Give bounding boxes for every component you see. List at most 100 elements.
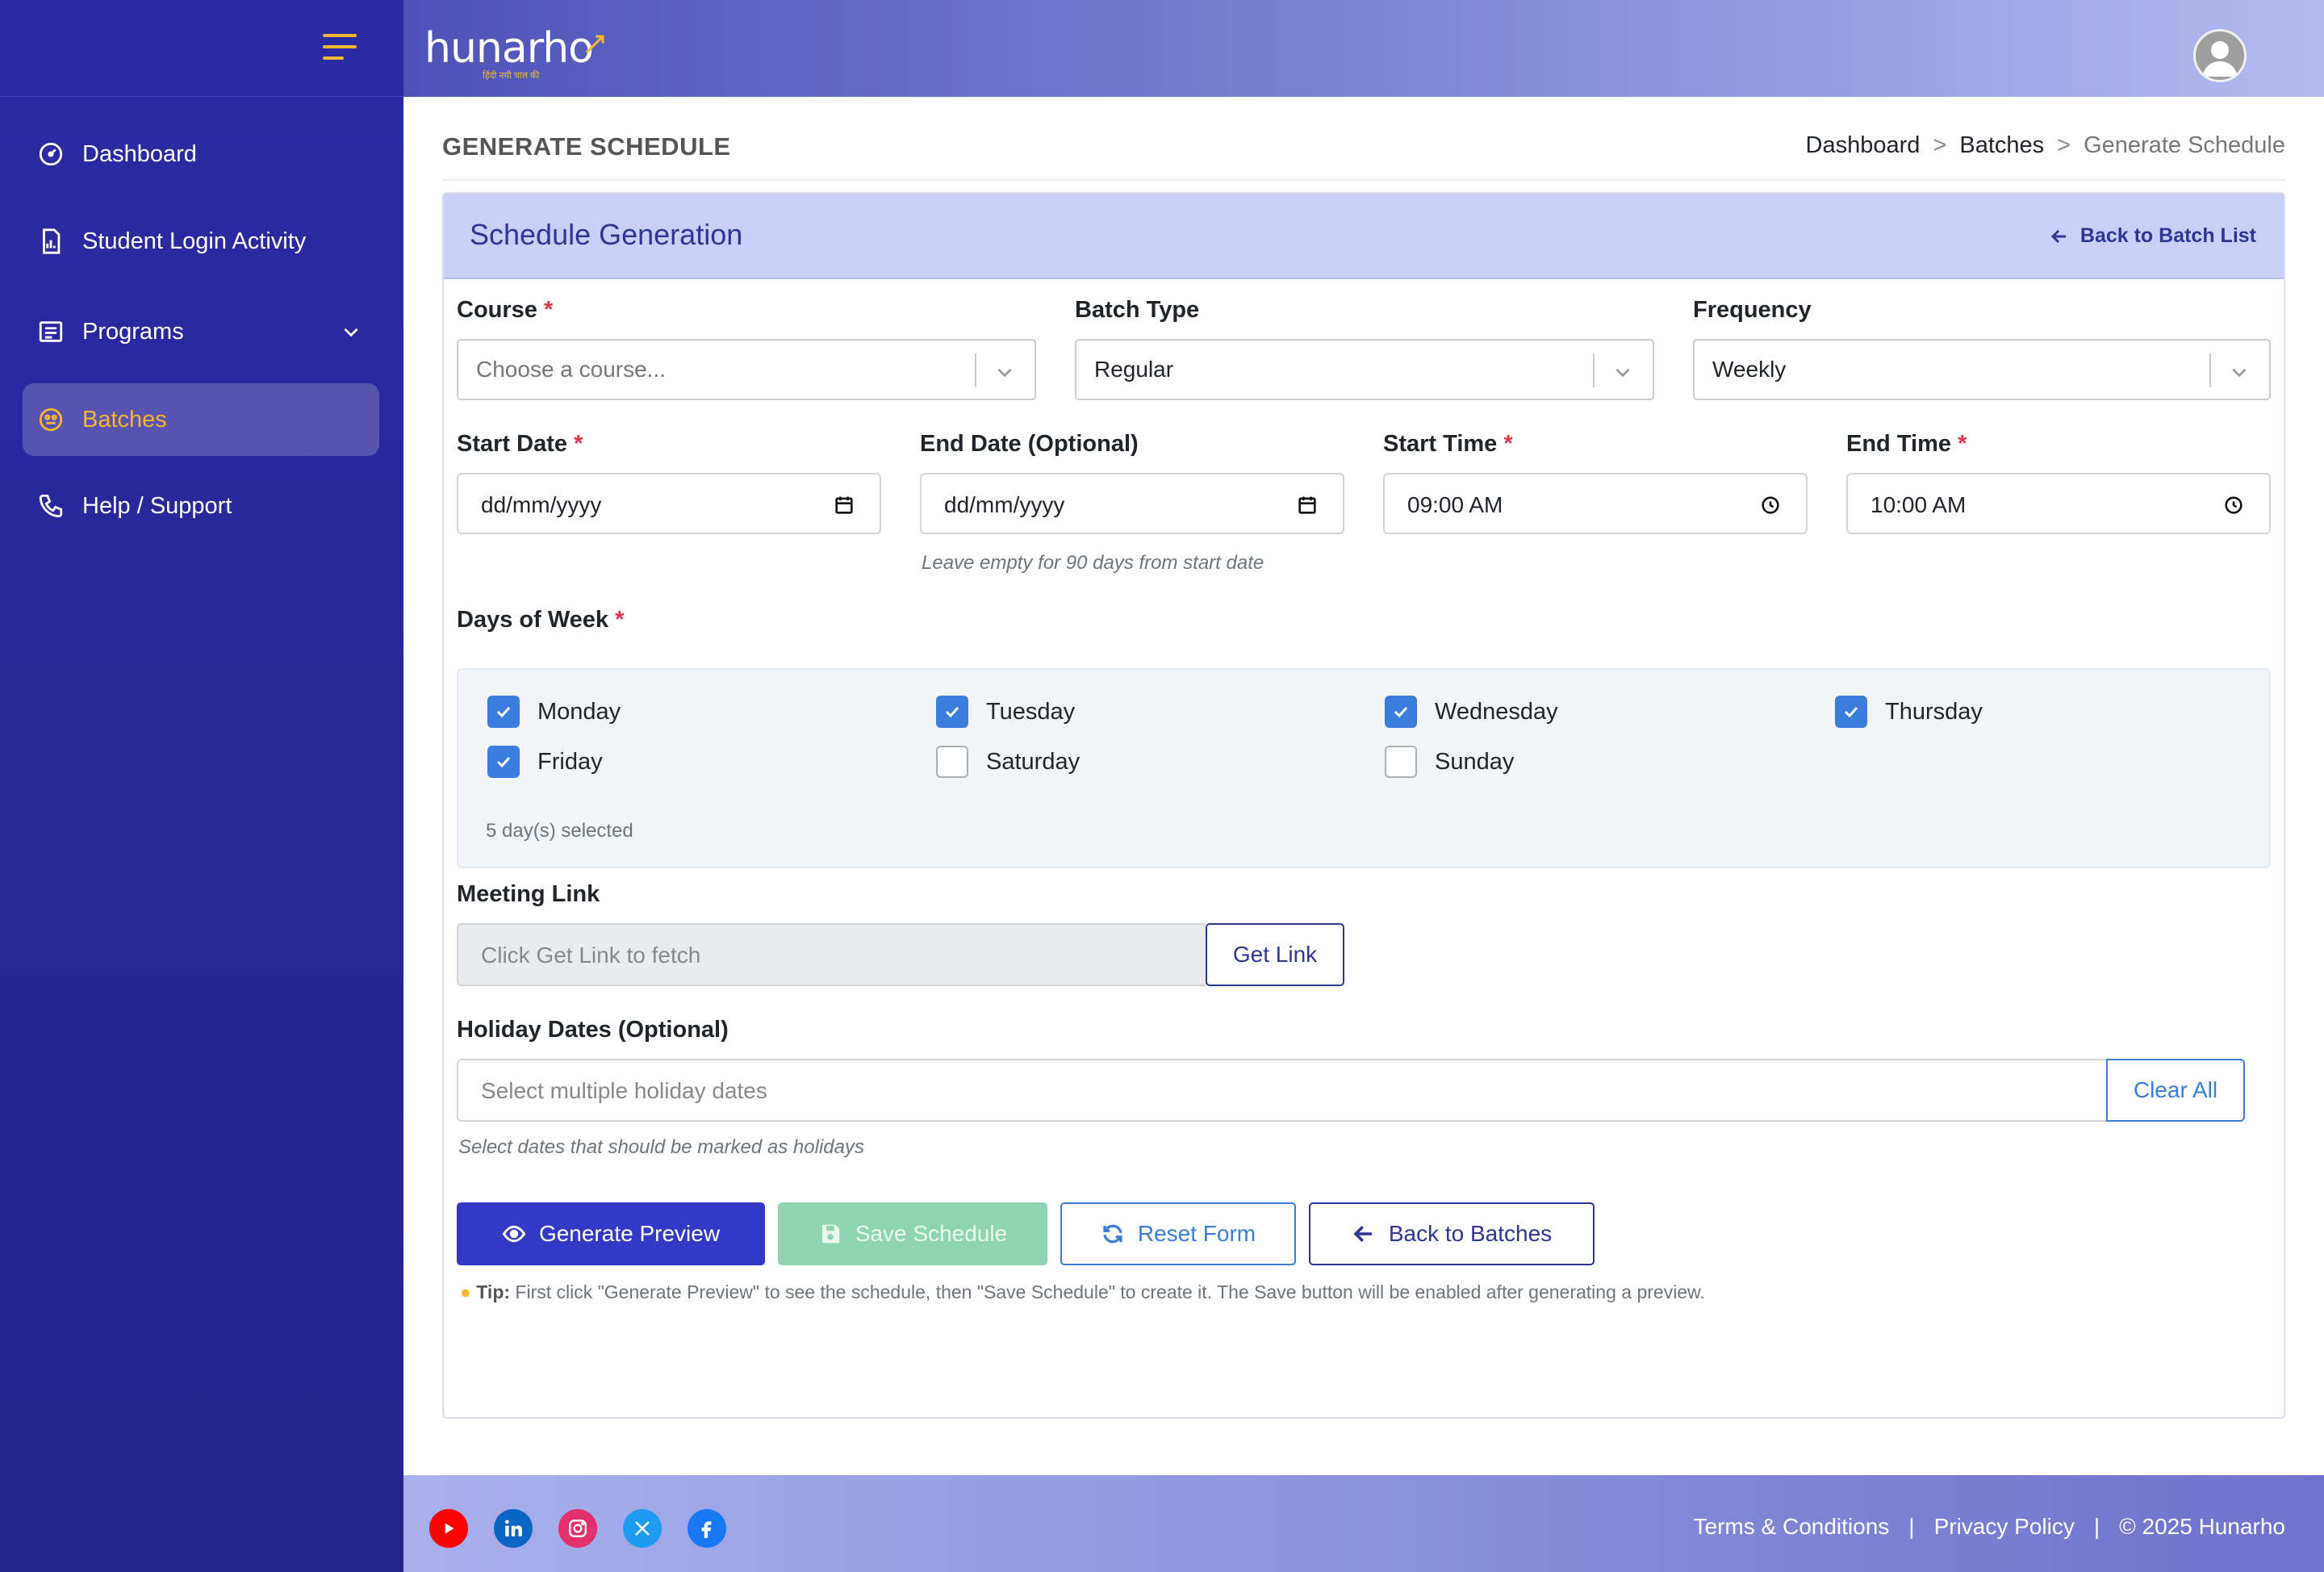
calendar-icon[interactable]: [833, 494, 855, 516]
tip-body: First click "Generate Preview" to see th…: [510, 1281, 1705, 1302]
end-time-input[interactable]: 10:00 AM: [1846, 473, 2271, 534]
back-link-label: Back to Batch List: [2079, 224, 2256, 247]
checkbox-unchecked[interactable]: [936, 746, 968, 778]
footer-separator: |: [1908, 1514, 1915, 1539]
menu-toggle-icon[interactable]: [323, 34, 357, 61]
sidebar-item-student-login-activity[interactable]: Student Login Activity: [23, 205, 379, 278]
select-divider: [1593, 353, 1595, 387]
chevron-down-icon: [2232, 368, 2247, 378]
checkbox-checked[interactable]: [487, 746, 520, 778]
terms-link[interactable]: Terms & Conditions: [1694, 1514, 1890, 1540]
brand-logo[interactable]: hunarho हिंदी नयी चाल की: [424, 24, 604, 81]
linkedin-icon[interactable]: [494, 1509, 533, 1548]
days-of-week-box: Monday Tuesday Wednesday Thursday Friday…: [457, 668, 2271, 868]
day-thursday[interactable]: Thursday: [1835, 696, 1983, 728]
day-tuesday[interactable]: Tuesday: [936, 696, 1075, 728]
batch-type-value: Regular: [1094, 357, 1174, 382]
days-of-week-label: Days of Week *: [457, 607, 625, 633]
clock-icon[interactable]: [1759, 494, 1782, 516]
end-date-label: End Date (Optional): [920, 431, 1139, 457]
start-time-value: 09:00 AM: [1407, 492, 1503, 517]
meeting-link-placeholder: Click Get Link to fetch: [481, 943, 701, 968]
day-label: Saturday: [986, 748, 1080, 775]
generate-preview-button[interactable]: Generate Preview: [457, 1202, 765, 1265]
tip-text: ● Tip: First click "Generate Preview" to…: [460, 1281, 1705, 1303]
checkbox-checked[interactable]: [1385, 696, 1417, 728]
course-select[interactable]: Choose a course...: [457, 339, 1036, 400]
sidebar-top: [0, 0, 403, 97]
clock-icon[interactable]: [2222, 494, 2245, 516]
day-monday[interactable]: Monday: [487, 696, 621, 728]
dashboard-icon: [39, 142, 63, 166]
start-date-label: Start Date *: [457, 431, 583, 457]
start-time-input[interactable]: 09:00 AM: [1383, 473, 1808, 534]
logo-text: hunarho: [424, 24, 594, 73]
end-time-label: End Time *: [1846, 431, 1967, 457]
save-schedule-button[interactable]: Save Schedule: [778, 1202, 1047, 1265]
day-label: Tuesday: [986, 698, 1076, 725]
meeting-link-input[interactable]: Click Get Link to fetch: [457, 923, 1206, 986]
day-sunday[interactable]: Sunday: [1385, 746, 1514, 778]
card-header: Schedule Generation Back to Batch List: [444, 194, 2284, 279]
sidebar-item-batches[interactable]: Batches: [23, 383, 379, 456]
start-date-input[interactable]: dd/mm/yyyy: [457, 473, 881, 534]
user-avatar[interactable]: [2193, 29, 2247, 82]
batch-type-select[interactable]: Regular: [1075, 339, 1654, 400]
sidebar-item-programs[interactable]: Programs: [23, 295, 379, 368]
instagram-icon[interactable]: [558, 1509, 597, 1548]
breadcrumb-batches[interactable]: Batches: [1959, 132, 2044, 159]
back-to-batches-button[interactable]: Back to Batches: [1309, 1202, 1595, 1265]
user-icon: [2202, 41, 2238, 77]
sidebar-item-help-support[interactable]: Help / Support: [23, 470, 379, 542]
clear-all-button[interactable]: Clear All: [2106, 1059, 2245, 1122]
frequency-value: Weekly: [1712, 357, 1787, 382]
main-content: GENERATE SCHEDULE Dashboard > Batches > …: [403, 97, 2324, 1475]
end-date-input[interactable]: dd/mm/yyyy: [920, 473, 1344, 534]
sidebar-item-label: Dashboard: [82, 140, 197, 167]
day-wednesday[interactable]: Wednesday: [1385, 696, 1558, 728]
checkbox-checked[interactable]: [1835, 696, 1867, 728]
page-title: GENERATE SCHEDULE: [442, 132, 731, 161]
get-link-button[interactable]: Get Link: [1206, 923, 1344, 986]
sidebar-item-dashboard[interactable]: Dashboard: [23, 118, 379, 190]
select-divider: [2209, 353, 2211, 387]
tip-label: Tip:: [476, 1281, 511, 1302]
breadcrumb-separator: >: [1933, 132, 1947, 158]
holiday-dates-placeholder: Select multiple holiday dates: [481, 1078, 767, 1103]
start-time-label: Start Time *: [1383, 431, 1513, 457]
lightbulb-icon: ●: [460, 1281, 471, 1302]
holiday-dates-input[interactable]: Select multiple holiday dates: [457, 1059, 2106, 1122]
youtube-icon[interactable]: [429, 1509, 468, 1548]
x-twitter-icon[interactable]: [623, 1509, 662, 1548]
holiday-dates-label: Holiday Dates (Optional): [457, 1017, 729, 1043]
phone-icon: [39, 494, 63, 518]
button-label: Save Schedule: [855, 1221, 1008, 1246]
privacy-link[interactable]: Privacy Policy: [1934, 1514, 2075, 1540]
meeting-link-label: Meeting Link: [457, 881, 600, 907]
back-to-batch-list-link[interactable]: Back to Batch List: [2050, 224, 2256, 248]
sidebar-item-label: Student Login Activity: [82, 228, 307, 254]
reset-form-button[interactable]: Reset Form: [1060, 1202, 1296, 1265]
checkbox-checked[interactable]: [487, 696, 520, 728]
start-date-value: dd/mm/yyyy: [481, 492, 602, 517]
arrow-left-icon: [2050, 229, 2066, 243]
programs-icon: [39, 321, 63, 342]
calendar-icon[interactable]: [1296, 494, 1319, 516]
checkbox-unchecked[interactable]: [1385, 746, 1417, 778]
end-date-value: dd/mm/yyyy: [944, 492, 1065, 517]
sidebar-item-label: Help / Support: [82, 492, 232, 519]
end-date-hint: Leave empty for 90 days from start date: [922, 552, 1264, 574]
day-label: Wednesday: [1435, 698, 1558, 725]
chevron-down-icon[interactable]: [341, 321, 362, 342]
eye-icon: [502, 1225, 526, 1243]
frequency-select[interactable]: Weekly: [1693, 339, 2271, 400]
logo-tagline: हिंदी नयी चाल की: [483, 71, 540, 81]
facebook-icon[interactable]: [688, 1509, 726, 1548]
button-label: Back to Batches: [1388, 1221, 1553, 1246]
footer: Terms & Conditions | Privacy Policy | © …: [403, 1475, 2324, 1572]
breadcrumb-dashboard[interactable]: Dashboard: [1806, 132, 1921, 159]
day-saturday[interactable]: Saturday: [936, 746, 1080, 778]
day-friday[interactable]: Friday: [487, 746, 603, 778]
checkbox-checked[interactable]: [936, 696, 968, 728]
top-header: hunarho हिंदी नयी चाल की: [403, 0, 2324, 97]
